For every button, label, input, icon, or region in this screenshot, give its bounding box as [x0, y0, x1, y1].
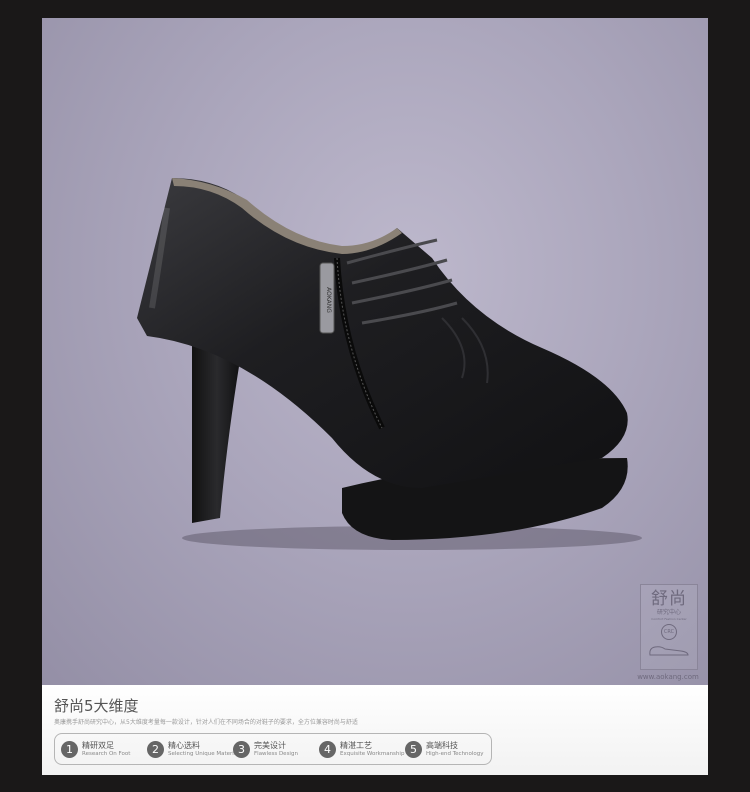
step-item: 2 精心选料 Selecting Unique Materials	[147, 740, 242, 758]
feature-panel: 舒尚5大维度 奥康携手舒尚研究中心，从5大维度考量每一款设计，针对人们在不同场合…	[42, 685, 708, 775]
step-number: 5	[405, 740, 422, 758]
zipper-brand: AOKANG	[325, 287, 332, 313]
shoe-outline-icon	[649, 646, 689, 656]
shoe-image: AOKANG	[137, 178, 642, 550]
step-label: 精研双足	[82, 740, 114, 750]
step-label: 精湛工艺	[340, 740, 372, 750]
step-label-en: Exquisite Workmanship	[340, 750, 405, 757]
badge-subtitle: 研究中心	[656, 609, 681, 616]
product-photo: AOKANG 舒尚 研究中心 Comfort Fashion Center CR…	[42, 18, 708, 685]
steps-bar: 1 精研双足 Research On Foot 2 精心选料 Selecting U…	[54, 733, 492, 765]
badge-circle-label: CRC	[661, 624, 677, 640]
panel-title: 舒尚5大维度	[54, 697, 139, 715]
step-item: 4 精湛工艺 Exquisite Workmanship	[319, 740, 405, 758]
comfort-center-badge: 舒尚 研究中心 Comfort Fashion Center CRC	[640, 584, 698, 670]
step-number: 1	[61, 740, 78, 758]
step-item: 3 完美设计 Flawless Design	[233, 740, 319, 758]
badge-title: 舒尚	[651, 589, 687, 609]
step-label: 精心选料	[168, 740, 200, 750]
step-label-en: High-end Technology	[426, 750, 484, 757]
step-label-en: Flawless Design	[254, 750, 298, 757]
step-number: 4	[319, 740, 336, 758]
step-number: 3	[233, 740, 250, 758]
site-url: www.aokang.com	[637, 673, 699, 681]
step-label: 高端科技	[426, 740, 458, 750]
step-item: 5 高端科技 High-end Technology	[405, 740, 491, 758]
heel	[192, 338, 242, 523]
step-label: 完美设计	[254, 740, 286, 750]
step-label-en: Selecting Unique Materials	[168, 750, 242, 757]
step-item: 1 精研双足 Research On Foot	[61, 740, 147, 758]
badge-subtitle-en: Comfort Fashion Center	[651, 617, 687, 621]
panel-description: 奥康携手舒尚研究中心，从5大维度考量每一款设计，针对人们在不同场合的对鞋子的要求…	[54, 719, 358, 726]
step-number: 2	[147, 740, 164, 758]
step-label-en: Research On Foot	[82, 750, 131, 757]
